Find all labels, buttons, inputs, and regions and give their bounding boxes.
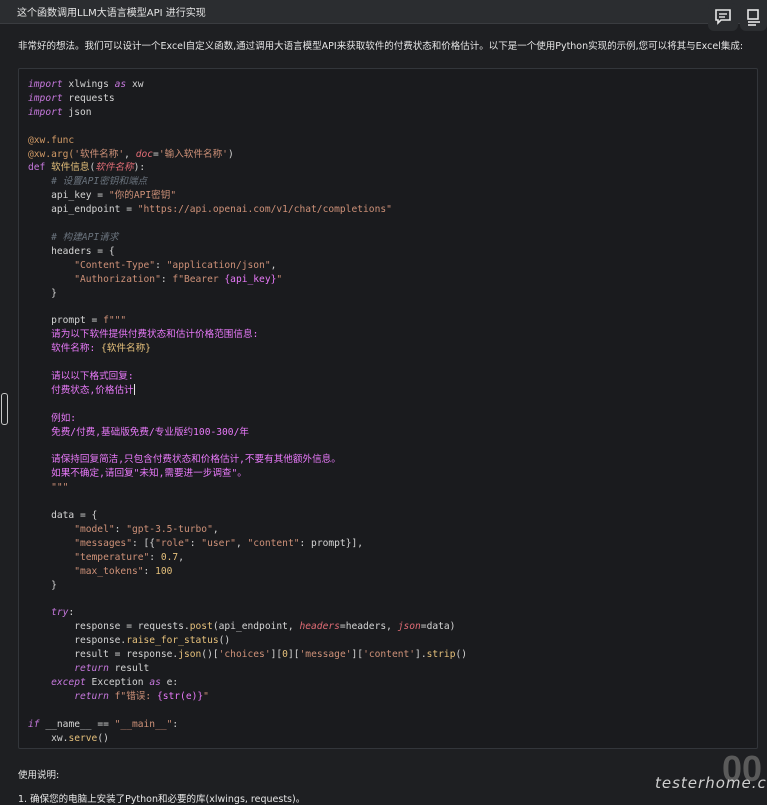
code-line: "messages": [{"role": "user", "content":… (28, 537, 364, 549)
code-line: result = response.json()['choices'][0]['… (28, 649, 468, 661)
code-line: "temperature": 0.7, (28, 551, 184, 563)
code-line: @xw.arg('软件名称', doc='输入软件名称') (28, 148, 234, 160)
code-line: "max_tokens": 100 (28, 565, 173, 577)
code-line: } (28, 287, 57, 299)
code-line: """ (28, 482, 69, 494)
code-line: prompt = f""" (28, 315, 127, 327)
code-line: 例如: (28, 412, 77, 424)
text-cursor (133, 384, 135, 396)
code-line: 请以以下格式回复: (28, 371, 134, 383)
code-line: 请为以下软件提供付费状态和估计价格范围信息: (28, 329, 259, 341)
code-line: return result (28, 663, 150, 675)
code-line: 软件名称: {软件名称} (28, 343, 151, 355)
scroll-handle[interactable] (1, 393, 8, 425)
code-line: import requests (28, 92, 115, 104)
answer-intro: 非常好的想法。我们可以设计一个Excel自定义函数,通过调用大语言模型API来获… (18, 41, 744, 52)
code-line: api_key = "你的API密钥" (28, 190, 177, 202)
code-content[interactable]: import xlwings as xw import requests imp… (28, 78, 467, 746)
watermark-site: testerhome.com (655, 774, 767, 792)
usage-title: 使用说明: (18, 770, 60, 781)
outline-icon (746, 9, 760, 26)
code-line: "model": "gpt-3.5-turbo", (28, 524, 219, 535)
user-question: 这个函数调用LLM大语言模型API 进行实现 (17, 8, 206, 19)
code-line: # 设置API密钥和端点 (28, 176, 148, 188)
top-bar: 这个函数调用LLM大语言模型API 进行实现 (0, 0, 767, 24)
code-line: try: (28, 607, 75, 619)
code-line: response.raise_for_status() (28, 635, 231, 647)
code-line: 请保持回复简洁,只包含付费状态和价格估计,不要有其他额外信息。 (28, 454, 341, 466)
code-line: def 软件信息(软件名称): (28, 162, 146, 174)
code-line: 免费/付费,基础版免费/专业版约100-300/年 (28, 426, 249, 438)
outline-button[interactable] (740, 3, 767, 31)
code-line: api_endpoint = "https://api.openai.com/v… (28, 204, 392, 216)
code-line: # 构建API请求 (28, 231, 119, 243)
code-line: 付费状态,价格估计 (28, 384, 135, 396)
code-line: headers = { (28, 245, 115, 257)
code-line: return f"错误: {str(e)}" (28, 690, 209, 702)
code-line: import json (28, 106, 92, 118)
code-line: import xlwings as xw (28, 79, 144, 90)
code-line: if __name__ == "__main__": (28, 718, 179, 730)
code-line: @xw.func (28, 134, 75, 146)
comment-button[interactable] (708, 3, 738, 31)
code-line: 如果不确定,请回复"未知,需要进一步调查"。 (28, 468, 247, 480)
comment-icon (715, 9, 731, 25)
code-line: xw.serve() (28, 732, 109, 744)
code-line: except Exception as e: (28, 676, 179, 688)
code-line: "Content-Type": "application/json", (28, 259, 277, 271)
code-line: response = requests.post(api_endpoint, h… (28, 621, 456, 633)
code-line: "Authorization": f"Bearer {api_key}" (28, 273, 283, 285)
code-line: } (28, 579, 57, 591)
code-line: data = { (28, 510, 98, 522)
usage-step-1: 1. 确保您的电脑上安装了Python和必要的库(xlwings, reques… (18, 794, 306, 805)
code-block[interactable]: import xlwings as xw import requests imp… (18, 68, 758, 749)
